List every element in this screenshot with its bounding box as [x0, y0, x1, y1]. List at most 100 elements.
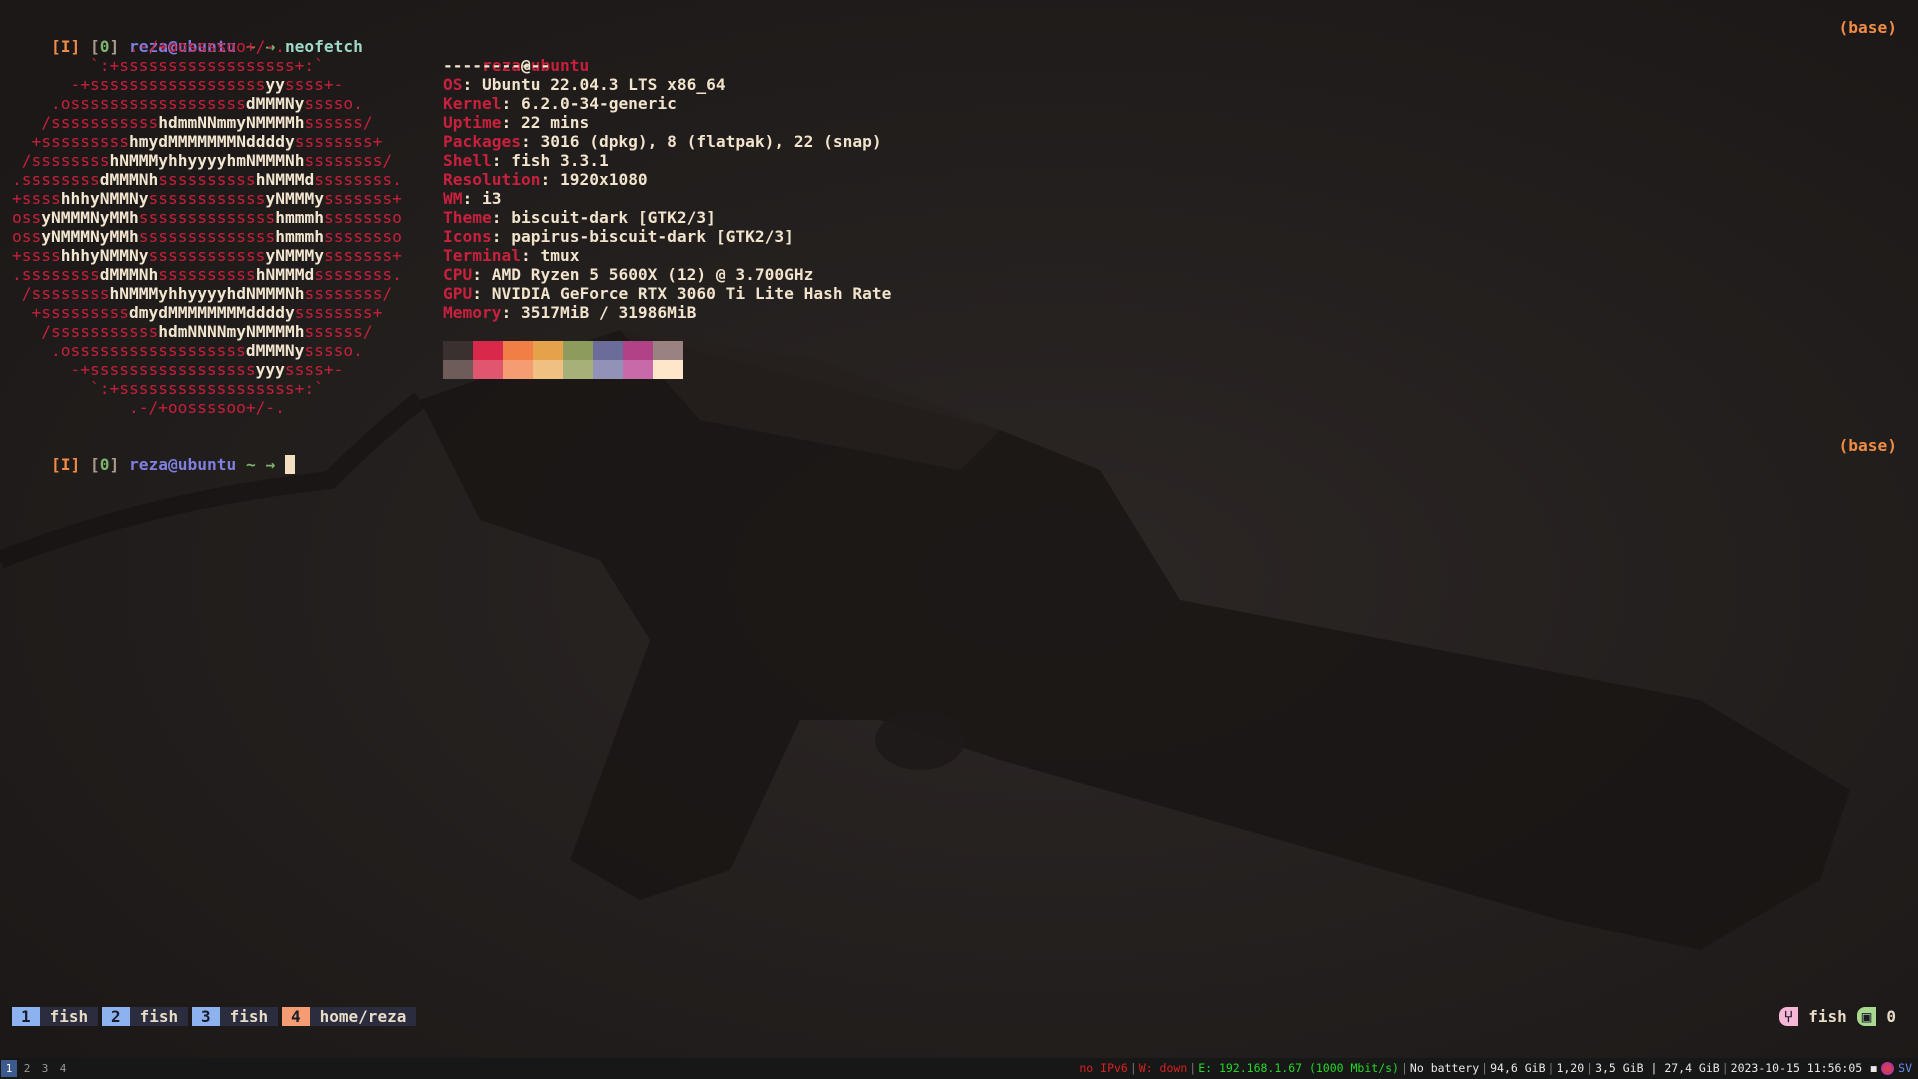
logo-line: /sssssssshNMMMyhhyyyyhmNMMMNhssssssss/ — [12, 151, 393, 170]
pane-count: 0 — [1886, 1007, 1896, 1026]
terminal-icon: ▣ — [1856, 1007, 1877, 1026]
workspace-3[interactable]: 3 — [37, 1060, 53, 1077]
color-swatch — [533, 360, 563, 379]
logo-line: ossyNMMMNyMMhsssssssssssssshmmmhssssssso — [12, 227, 402, 246]
info-value: NVIDIA GeForce RTX 3060 Ti Lite Hash Rat… — [491, 284, 892, 303]
info-key: Theme — [443, 208, 492, 227]
tmux-window-name: fish — [219, 1007, 279, 1026]
info-value: 3016 (dpkg), 8 (flatpak), 22 (snap) — [540, 132, 882, 151]
color-swatch — [443, 341, 473, 360]
color-swatch — [593, 360, 623, 379]
color-swatch — [443, 360, 473, 379]
info-row: Shell: fish 3.3.1 — [443, 151, 609, 170]
memory-status: 3,5 GiB | 27,4 GiB — [1595, 1061, 1720, 1075]
ipv6-status: no IPv6 — [1079, 1061, 1128, 1075]
logo-line: .ossssssssssssssssssdMMMNysssso. — [12, 94, 363, 113]
tmux-window-name: fish — [129, 1007, 189, 1026]
color-swatch — [563, 341, 593, 360]
info-key: Memory — [443, 303, 502, 322]
info-key: Shell — [443, 151, 492, 170]
tmux-window-number: 3 — [192, 1007, 220, 1026]
color-palette — [443, 341, 683, 379]
user-host: reza@ubuntu — [128, 455, 237, 474]
conda-env: (base) — [1838, 18, 1897, 37]
logo-line: -+sssssssssssssssssyyyssss+- — [12, 360, 344, 379]
logo-line: .ssssssssdMMMNhsssssssssshNMMMdssssssss. — [12, 265, 402, 284]
tmux-session-info: ⑂ fish ▣ 0 — [1778, 1007, 1906, 1026]
color-swatch — [593, 341, 623, 360]
info-key: Uptime — [443, 113, 502, 132]
info-row: Uptime: 22 mins — [443, 113, 590, 132]
wifi-status: W: down — [1138, 1061, 1188, 1075]
info-key: OS — [443, 75, 463, 94]
prompt-line-active[interactable]: [I] [0] reza@ubuntu ~ → — [12, 436, 295, 493]
info-row: CPU: AMD Ryzen 5 5600X (12) @ 3.700GHz — [443, 265, 814, 284]
info-key: WM — [443, 189, 463, 208]
tmux-window-number: 4 — [282, 1007, 310, 1026]
color-swatch — [623, 341, 653, 360]
color-swatch — [473, 360, 503, 379]
info-value: 1920x1080 — [559, 170, 648, 189]
logo-line: /ssssssssssshdmNNNNmyNMMMMhssssss/ — [12, 322, 373, 341]
info-row: WM: i3 — [443, 189, 502, 208]
jobs-open: [ — [89, 455, 100, 474]
keyboard-layout[interactable]: SV — [1898, 1058, 1912, 1079]
workspace-1[interactable]: 1 — [1, 1060, 17, 1077]
info-key: Terminal — [443, 246, 521, 265]
ethernet-status: E: 192.168.1.67 (1000 Mbit/s) — [1198, 1061, 1399, 1075]
logo-line: /ssssssssssshdmmNNmmyNMMMMhssssss/ — [12, 113, 373, 132]
info-key: CPU — [443, 265, 473, 284]
color-swatch — [653, 360, 683, 379]
info-row: Resolution: 1920x1080 — [443, 170, 648, 189]
info-value: 22 mins — [520, 113, 590, 132]
logo-line: /sssssssshNMMMyhhyyyyhdNMMMNhssssssss/ — [12, 284, 393, 303]
load-status: 1,20 — [1556, 1061, 1585, 1075]
logo-line: `:+ssssssssssssssssss+:` — [12, 379, 324, 398]
color-swatch — [653, 341, 683, 360]
tmux-window-name: home/reza — [309, 1007, 417, 1026]
info-value: tmux — [540, 246, 580, 265]
color-swatch — [473, 341, 503, 360]
info-row: Memory: 3517MiB / 31986MiB — [443, 303, 697, 322]
logo-line: `:+ssssssssssssssssss+:` — [12, 56, 324, 75]
logo-line: +ssssssssshmydMMMMMMMNddddyssssssss+ — [12, 132, 383, 151]
info-key: Resolution — [443, 170, 541, 189]
tmux-window-1[interactable]: 1 fish — [12, 1007, 99, 1026]
ubuntu-ascii-logo: .-/+oossssoo+/-. `:+ssssssssssssssssss+:… — [12, 37, 402, 417]
vi-mode: [I] — [50, 455, 81, 474]
jobs-close: ] — [109, 455, 120, 474]
logo-line: +sssshhhyNMMNyssssssssssssyNMMMysssssss+ — [12, 246, 402, 265]
workspace-2[interactable]: 2 — [19, 1060, 35, 1077]
info-row: OS: Ubuntu 22.04.3 LTS x86_64 — [443, 75, 726, 94]
workspace-4[interactable]: 4 — [55, 1060, 71, 1077]
info-row: GPU: NVIDIA GeForce RTX 3060 Ti Lite Has… — [443, 284, 892, 303]
tmux-window-4[interactable]: 4 home/reza — [282, 1007, 417, 1026]
color-swatch — [533, 341, 563, 360]
disk-status: 94,6 GiB — [1490, 1061, 1546, 1075]
terminal[interactable]: [I] [0] reza@ubuntu ~ → neofetch (base) … — [0, 0, 1918, 1058]
info-key: GPU — [443, 284, 473, 303]
firefox-icon[interactable] — [1881, 1062, 1895, 1075]
info-row: Theme: biscuit-dark [GTK2/3] — [443, 208, 716, 227]
info-value: Ubuntu 22.04.3 LTS x86_64 — [482, 75, 726, 94]
palette-row-1 — [443, 341, 683, 360]
cwd: ~ — [245, 455, 256, 474]
color-swatch — [503, 341, 533, 360]
info-value: 6.2.0-34-generic — [520, 94, 677, 113]
info-row: Icons: papirus-biscuit-dark [GTK2/3] — [443, 227, 794, 246]
info-divider: ----------- — [443, 56, 551, 75]
status-blocks: no IPv6 | W: down | E: 192.168.1.67 (1000 Mb… — [1079, 1058, 1912, 1079]
discord-icon[interactable]: ◼ — [1870, 1058, 1877, 1079]
tmux-window-number: 1 — [12, 1007, 40, 1026]
info-value: 3517MiB / 31986MiB — [520, 303, 697, 322]
text-cursor[interactable] — [284, 455, 295, 474]
color-swatch — [503, 360, 533, 379]
tmux-window-2[interactable]: 2 fish — [102, 1007, 189, 1026]
battery-status: No battery — [1409, 1061, 1480, 1075]
tmux-window-3[interactable]: 3 fish — [192, 1007, 279, 1026]
info-value: fish 3.3.1 — [511, 151, 609, 170]
palette-row-2 — [443, 360, 683, 379]
info-value: i3 — [482, 189, 502, 208]
color-swatch — [623, 360, 653, 379]
info-row: Kernel: 6.2.0-34-generic — [443, 94, 677, 113]
